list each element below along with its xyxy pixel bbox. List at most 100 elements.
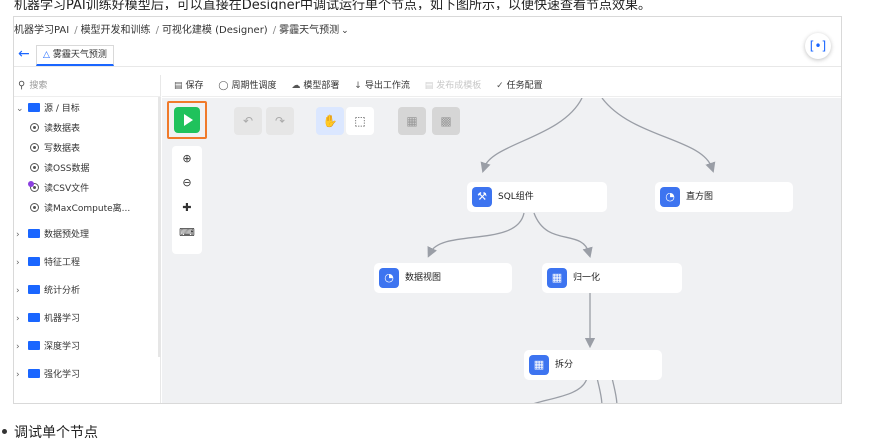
search-icon: ⚲ bbox=[18, 80, 26, 91]
sidebar-item-read-oss[interactable]: 读OSS数据 bbox=[30, 159, 90, 179]
export-icon: ↓ bbox=[354, 81, 362, 91]
save-button[interactable]: ▤ 保存 bbox=[174, 75, 204, 97]
sidebar-search-input[interactable]: ⚲ 搜索 bbox=[14, 75, 161, 97]
scan-button[interactable]: [•] bbox=[805, 33, 831, 59]
hand-tool-button[interactable]: ✋ bbox=[316, 107, 344, 135]
breadcrumb-item-pai[interactable]: 机器学习PAI bbox=[14, 25, 69, 36]
node-label: 数据视图 bbox=[405, 273, 442, 283]
run-highlight-box bbox=[167, 101, 207, 139]
sidebar-folder-statistics[interactable]: › 统计分析 bbox=[16, 281, 80, 301]
check-circle-icon: ✓ bbox=[496, 81, 504, 91]
export-workflow-button[interactable]: ↓ 导出工作流 bbox=[354, 75, 410, 97]
intro-text: 机器学习PAI训练好模型后，可以直接在Designer中调试运行单个节点，如下图… bbox=[14, 0, 651, 10]
sidebar-item-label: 读OSS数据 bbox=[44, 164, 90, 174]
sidebar-item-read-table[interactable]: 读数据表 bbox=[30, 119, 80, 139]
sidebar-folder-source-target[interactable]: ⌄ 源 / 目标 bbox=[16, 99, 80, 119]
breadcrumb-item-model-dev[interactable]: 模型开发和训练 bbox=[81, 25, 151, 36]
figure-caption: 调试单个节点 bbox=[0, 421, 875, 441]
zoom-in-icon[interactable]: ⊕ bbox=[172, 152, 202, 165]
node-sql-component[interactable]: ⚒ SQL组件 bbox=[467, 182, 607, 212]
search-placeholder: 搜索 bbox=[29, 81, 48, 91]
task-config-button[interactable]: ✓ 任务配置 bbox=[496, 75, 543, 97]
folder-icon bbox=[28, 285, 40, 294]
bullet bbox=[2, 429, 7, 434]
folder-label: 数据预处理 bbox=[44, 230, 90, 240]
sidebar-scrollbar[interactable] bbox=[158, 97, 161, 357]
chevron-down-icon[interactable]: ⌄ bbox=[341, 26, 349, 36]
chevron-right-icon: › bbox=[16, 342, 20, 352]
zoom-controls: ⊕ ⊖ ✚ ⌨ bbox=[172, 146, 202, 254]
layout-button[interactable]: ▦ bbox=[398, 107, 426, 135]
sidebar-item-write-table[interactable]: 写数据表 bbox=[30, 139, 80, 159]
save-icon: ▤ bbox=[174, 81, 183, 91]
sidebar-folder-dl[interactable]: › 深度学习 bbox=[16, 337, 80, 357]
publish-template-button[interactable]: ▤ 发布成模板 bbox=[425, 75, 482, 97]
toolbar-label: 周期性调度 bbox=[231, 81, 277, 91]
breadcrumb-item-current[interactable]: 雾霾天气预测 bbox=[279, 25, 339, 36]
scan-icon: [•] bbox=[809, 39, 827, 53]
chevron-down-icon: ⌄ bbox=[16, 104, 24, 114]
sidebar-item-label: 写数据表 bbox=[44, 144, 81, 154]
edge-split-out-2 bbox=[596, 377, 603, 403]
pie-icon: ◔ bbox=[660, 187, 680, 207]
sidebar-item-read-csv[interactable]: 读CSV文件 bbox=[28, 179, 89, 199]
breadcrumb-separator: / bbox=[74, 25, 78, 36]
tab-haze-forecast[interactable]: △ 雾霾天气预测 bbox=[36, 45, 114, 66]
edge-sql-to-normalize bbox=[533, 212, 593, 259]
toolbar-label: 任务配置 bbox=[506, 81, 543, 91]
zoom-out-icon[interactable]: ⊖ bbox=[172, 176, 202, 189]
chart-icon: ▩ bbox=[440, 114, 452, 128]
fit-icon[interactable]: ✚ bbox=[172, 201, 202, 214]
tab-bar: ← △ 雾霾天气预测 bbox=[14, 43, 841, 67]
keyboard-icon[interactable]: ⌨ bbox=[172, 226, 202, 239]
toolbar-label: 保存 bbox=[185, 81, 204, 91]
redo-button[interactable]: ↷ bbox=[266, 107, 294, 135]
folder-icon bbox=[28, 369, 40, 378]
canvas-toolbar: ▤ 保存 ◯ 周期性调度 ☁ 模型部署 ↓ 导出工作流 ▤ 发布成模板 ✓ 任务配置 bbox=[162, 75, 841, 97]
sidebar-item-label: 读数据表 bbox=[44, 124, 81, 134]
node-label: 拆分 bbox=[555, 360, 574, 370]
tab-label: 雾霾天气预测 bbox=[52, 50, 107, 60]
schedule-button[interactable]: ◯ 周期性调度 bbox=[218, 75, 276, 97]
workflow-canvas[interactable]: ⊕ ⊖ ✚ ⌨ ↶ ↷ ✋ ⬚ ▦ ▩ ⚒ SQL组件 ◔ 直方图 ◔ 数据视图… bbox=[162, 98, 841, 403]
select-tool-button[interactable]: ⬚ bbox=[346, 107, 374, 135]
pie-icon: ◔ bbox=[379, 268, 399, 288]
node-label: SQL组件 bbox=[498, 192, 534, 202]
folder-label: 源 / 目标 bbox=[44, 104, 80, 114]
designer-window: 机器学习PAI / 模型开发和训练 / 可视化建模 (Designer) / 雾霾天气预测 ⌄… bbox=[13, 16, 842, 404]
breadcrumb-separator: / bbox=[155, 25, 159, 36]
folder-icon bbox=[28, 103, 40, 112]
top-intro-text-strip: 机器学习PAI训练好模型后，可以直接在Designer中调试运行单个节点，如下图… bbox=[0, 0, 875, 10]
node-label: 直方图 bbox=[686, 192, 714, 202]
edge-sql-to-dataview bbox=[427, 212, 525, 258]
component-icon bbox=[30, 143, 39, 152]
component-sidebar: ⚲ 搜索 ⌄ 源 / 目标 读数据表 写数据表 读OSS数据 读CSV文件 读Max… bbox=[14, 75, 161, 403]
chart-button[interactable]: ▩ bbox=[432, 107, 460, 135]
clock-icon: ◯ bbox=[218, 81, 229, 91]
toolbar-label: 导出工作流 bbox=[364, 81, 410, 91]
folder-icon bbox=[28, 341, 40, 350]
template-icon: ▤ bbox=[424, 81, 434, 91]
sidebar-folder-rl[interactable]: › 强化学习 bbox=[16, 365, 80, 385]
sidebar-item-read-maxcompute[interactable]: 读MaxCompute离... bbox=[30, 199, 130, 219]
run-button[interactable] bbox=[174, 107, 200, 133]
deploy-model-button[interactable]: ☁ 模型部署 bbox=[291, 75, 339, 97]
sidebar-folder-preprocess[interactable]: › 数据预处理 bbox=[16, 225, 89, 245]
edge-split-out-3 bbox=[611, 377, 618, 403]
node-data-view[interactable]: ◔ 数据视图 bbox=[374, 263, 512, 293]
sidebar-folder-ml[interactable]: › 机器学习 bbox=[16, 309, 80, 329]
edge-top-to-sql bbox=[480, 98, 583, 173]
select-icon: ⬚ bbox=[354, 114, 366, 128]
breadcrumb-item-designer[interactable]: 可视化建模 (Designer) bbox=[162, 25, 268, 36]
toolbar-label: 发布成模板 bbox=[436, 81, 482, 91]
layout-icon: ▦ bbox=[406, 114, 418, 128]
sidebar-folder-feature[interactable]: › 特征工程 bbox=[16, 253, 80, 273]
undo-button[interactable]: ↶ bbox=[234, 107, 262, 135]
breadcrumb: 机器学习PAI / 模型开发和训练 / 可视化建模 (Designer) / 雾霾天气预测 ⌄ bbox=[14, 21, 351, 37]
node-normalize[interactable]: ▦ 归一化 bbox=[542, 263, 682, 293]
folder-icon bbox=[28, 313, 40, 322]
edge-split-out-1 bbox=[533, 377, 588, 403]
back-arrow-icon[interactable]: ← bbox=[18, 47, 32, 61]
node-split[interactable]: ▦ 拆分 bbox=[524, 350, 662, 380]
node-histogram[interactable]: ◔ 直方图 bbox=[655, 182, 793, 212]
